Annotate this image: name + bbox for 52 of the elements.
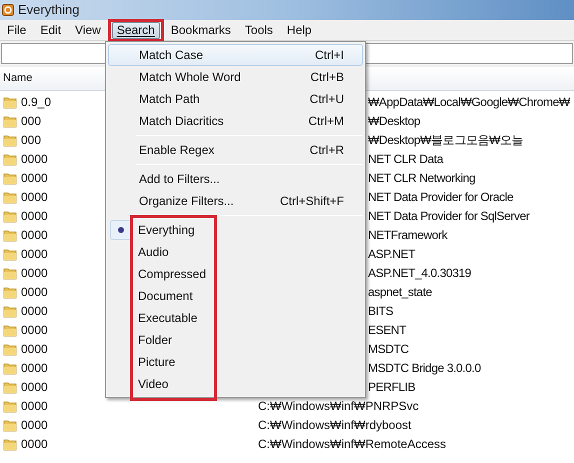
file-name: 0000: [21, 340, 48, 358]
file-path: ₩AppData₩Local₩Google₩Chrome₩: [368, 94, 570, 110]
file-path: NET CLR Networking: [368, 170, 476, 186]
file-path: aspnet_state: [368, 284, 432, 300]
file-name: 0000: [21, 378, 48, 396]
file-name: 0000: [21, 246, 48, 262]
file-name: 0.9_0: [21, 94, 52, 110]
file-name: 000: [21, 112, 42, 130]
file-path: NETFramework: [368, 226, 448, 244]
file-path: NET Data Provider for Oracle: [368, 188, 514, 206]
option-label: Match Whole Word: [139, 69, 241, 86]
file-path: ESENT: [368, 322, 406, 338]
file-name: 0000: [21, 150, 48, 168]
file-path: ₩Desktop: [368, 112, 420, 130]
option-label: Add to Filters...: [139, 171, 220, 188]
file-path: ASP.NET_4.0.30319: [368, 264, 472, 282]
window-title: Everything: [18, 1, 80, 20]
file-path: PERFLIB: [368, 378, 416, 396]
shortcut-label: Ctrl+U: [310, 91, 344, 108]
file-name: 0000: [21, 360, 48, 376]
shortcut-label: Ctrl+B: [310, 69, 344, 86]
file-path: C:₩Windows₩inf₩RemoteAccess: [258, 436, 446, 452]
file-name: 0000: [21, 436, 48, 452]
file-name: 0000: [21, 188, 48, 206]
file-name: 000: [21, 132, 42, 148]
file-name: 0000: [21, 284, 48, 300]
file-name: 0000: [21, 302, 48, 320]
shortcut-label: Ctrl+Shift+F: [280, 193, 344, 210]
shortcut-label: Ctrl+R: [310, 142, 344, 159]
file-path: NET CLR Data: [368, 150, 444, 168]
option-label: Match Diacritics: [139, 113, 224, 130]
file-name: 0000: [21, 416, 48, 434]
option-label: Match Case: [139, 47, 204, 64]
file-path: MSDTC: [368, 340, 409, 358]
file-path: C:₩Windows₩inf₩rdyboost: [258, 416, 412, 434]
option-label: Organize Filters...: [139, 193, 234, 210]
file-name: 0000: [21, 264, 48, 282]
file-name: 0000: [21, 398, 48, 414]
file-name: 0000: [21, 208, 48, 224]
file-name: 0000: [21, 226, 48, 244]
shortcut-label: Ctrl+I: [314, 47, 344, 64]
option-label: Match Path: [139, 91, 200, 108]
file-name: 0000: [21, 170, 48, 186]
file-path: MSDTC Bridge 3.0.0.0: [368, 360, 481, 376]
file-name: 0000: [21, 322, 48, 338]
file-path: BITS: [368, 302, 394, 320]
file-path: NET Data Provider for SqlServer: [368, 208, 530, 224]
file-path: C:₩Windows₩inf₩PNRPSvc: [258, 398, 419, 414]
shortcut-label: Ctrl+M: [308, 113, 344, 130]
file-path: ₩Desktop₩블로그모음₩오늘: [368, 132, 524, 148]
option-label: Enable Regex: [139, 142, 214, 159]
file-path: ASP.NET: [368, 246, 415, 262]
